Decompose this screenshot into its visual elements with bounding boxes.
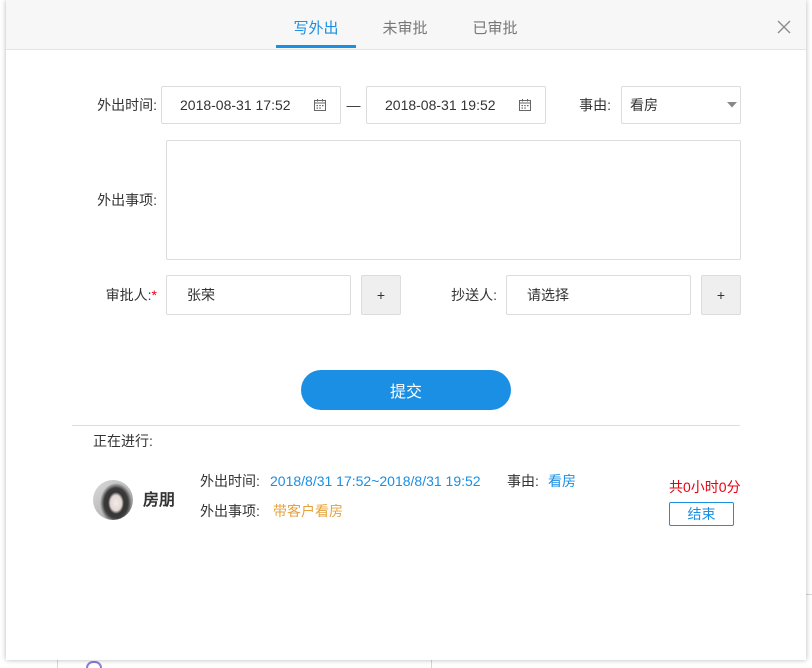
record-reason-label: 事由:: [507, 473, 539, 489]
dialog-header: 写外出 未审批 已审批: [6, 0, 806, 50]
tab-write-out[interactable]: 写外出: [276, 0, 356, 49]
calendar-icon[interactable]: [519, 99, 531, 111]
start-time-picker[interactable]: [161, 86, 341, 124]
add-cc-button[interactable]: +: [701, 275, 741, 315]
ongoing-title: 正在进行:: [93, 433, 153, 449]
approver-label: 审批人:*: [66, 285, 157, 305]
backdrop-line: [431, 660, 432, 668]
record-duration: 共0小时0分: [669, 479, 741, 495]
close-icon[interactable]: [777, 20, 791, 34]
close-button[interactable]: [777, 20, 791, 34]
section-divider: [72, 425, 740, 426]
reason-label: 事由:: [579, 97, 611, 113]
approver-label-text: 审批人:: [105, 287, 152, 303]
calendar-icon[interactable]: [314, 99, 326, 111]
record-time-label: 外出时间:: [200, 473, 260, 489]
backdrop-line: [806, 594, 812, 595]
reason-select[interactable]: 看房: [621, 86, 741, 124]
caret-down-icon[interactable]: [727, 102, 737, 108]
reason-selected-value: 看房: [630, 97, 658, 113]
record-name: 房朋: [143, 492, 176, 509]
matter-label: 外出事项:: [97, 192, 157, 208]
record-matter-value: 带客户看房: [273, 503, 343, 519]
out-request-dialog: 写外出 未审批 已审批 外出时间: 2018-08-31 17:52 — 201…: [6, 0, 806, 660]
record-reason-value: 看房: [548, 473, 576, 489]
tab-label: 未审批: [382, 19, 428, 37]
tab-pending[interactable]: 未审批: [365, 0, 445, 49]
avatar: [93, 480, 133, 520]
end-time-picker[interactable]: [366, 86, 546, 124]
required-mark: *: [151, 287, 157, 303]
cc-label: 抄送人:: [451, 287, 497, 303]
range-separator: —: [346, 97, 361, 113]
active-tab-indicator: [276, 45, 356, 48]
tab-label: 已审批: [472, 19, 518, 37]
cc-input[interactable]: [506, 275, 691, 315]
matter-textarea[interactable]: [166, 140, 741, 260]
approver-input[interactable]: [166, 275, 351, 315]
record-matter-label: 外出事项:: [200, 503, 260, 519]
backdrop-line: [57, 660, 58, 668]
end-button[interactable]: 结束: [669, 502, 734, 526]
record-time-value: 2018/8/31 17:52~2018/8/31 19:52: [270, 473, 481, 489]
add-approver-button[interactable]: +: [361, 275, 401, 315]
submit-button[interactable]: 提交: [301, 370, 511, 410]
tab-approved[interactable]: 已审批: [455, 0, 535, 49]
time-label: 外出时间:: [97, 97, 157, 113]
tab-label: 写外出: [293, 19, 339, 37]
backdrop-decoration: [86, 661, 102, 668]
